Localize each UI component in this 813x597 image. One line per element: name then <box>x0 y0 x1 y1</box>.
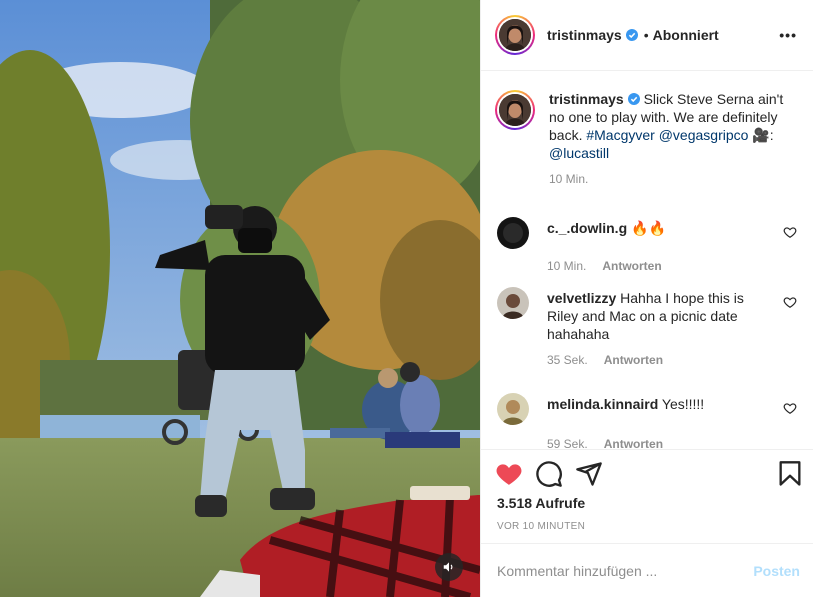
post-timestamp: VOR 10 MINUTEN <box>497 521 586 532</box>
post-sidebar: tristinmays • Abonniert ••• tristinmays … <box>480 0 813 597</box>
commenter-avatar[interactable] <box>497 287 529 319</box>
video-frame <box>0 0 480 597</box>
mention-link[interactable]: @lucastill <box>549 145 609 161</box>
profile-photo <box>497 393 529 425</box>
comment-username[interactable]: velvetlizzy <box>547 290 616 306</box>
post-caption: tristinmays Slick Steve Serna ain't no o… <box>495 90 795 186</box>
caption-avatar[interactable] <box>495 90 535 130</box>
post-actions: 3.518 Aufrufe VOR 10 MINUTEN <box>481 449 813 543</box>
volume-toggle-button[interactable] <box>435 553 463 581</box>
header-separator: • <box>643 27 649 43</box>
post-header: tristinmays • Abonniert ••• <box>481 0 813 71</box>
like-comment-heart-icon[interactable] <box>783 295 797 309</box>
like-comment-heart-icon[interactable] <box>783 401 797 415</box>
caption-username[interactable]: tristinmays <box>549 91 624 107</box>
comment-meta: 10 Min. Antworten <box>547 259 797 273</box>
author-avatar[interactable] <box>495 15 535 55</box>
reply-button[interactable]: Antworten <box>604 353 663 367</box>
comment-time: 35 Sek. <box>547 353 588 367</box>
commenter-avatar[interactable] <box>497 393 529 425</box>
comment-meta: 35 Sek. Antworten <box>547 353 797 367</box>
verified-badge-icon <box>627 93 640 105</box>
comment-time: 10 Min. <box>547 259 587 273</box>
comment-username[interactable]: c._.dowlin.g <box>547 220 627 236</box>
comment-item: velvetlizzy Hahha I hope this is Riley a… <box>497 287 797 367</box>
profile-photo <box>499 94 531 126</box>
comment-text: melinda.kinnaird Yes!!!!! <box>547 393 757 425</box>
like-comment-heart-icon[interactable] <box>783 225 797 239</box>
comment-item: c._.dowlin.g 🔥🔥 10 Min. Antworten <box>497 217 797 273</box>
profile-photo <box>497 217 529 249</box>
caption-text: tristinmays Slick Steve Serna ain't no o… <box>549 90 789 162</box>
comment-bubble-icon[interactable] <box>535 460 563 488</box>
comment-text: c._.dowlin.g 🔥🔥 <box>547 217 757 249</box>
post-dialog: tristinmays • Abonniert ••• tristinmays … <box>0 0 813 597</box>
follow-status-button[interactable]: Abonniert <box>653 27 719 43</box>
hashtag-link[interactable]: #Macgyver <box>586 127 654 143</box>
author-username[interactable]: tristinmays <box>547 27 622 43</box>
heart-filled-icon[interactable] <box>495 460 523 488</box>
caption-emoji: 🎥: <box>748 127 774 143</box>
commenter-avatar[interactable] <box>497 217 529 249</box>
comment-body: Yes!!!!! <box>658 396 705 412</box>
comment-time: 59 Sek. <box>547 437 588 449</box>
comment-text: velvetlizzy Hahha I hope this is Riley a… <box>547 287 757 343</box>
comments-list[interactable]: tristinmays Slick Steve Serna ain't no o… <box>481 71 813 449</box>
verified-badge-icon <box>625 29 638 41</box>
more-options-button[interactable]: ••• <box>779 27 797 43</box>
profile-photo <box>497 287 529 319</box>
reply-button[interactable]: Antworten <box>602 259 661 273</box>
comment-username[interactable]: melinda.kinnaird <box>547 396 658 412</box>
reply-button[interactable]: Antworten <box>604 437 663 449</box>
comment-meta: 59 Sek. Antworten <box>547 437 797 449</box>
comment-item: melinda.kinnaird Yes!!!!! 59 Sek. Antwort… <box>497 393 797 449</box>
speaker-icon <box>443 562 453 572</box>
caption-time: 10 Min. <box>549 172 589 186</box>
view-count[interactable]: 3.518 Aufrufe <box>497 495 585 511</box>
video-player[interactable] <box>0 0 480 597</box>
profile-photo <box>499 19 531 51</box>
mention-link[interactable]: @vegasgripco <box>659 127 749 143</box>
paper-plane-icon[interactable] <box>575 460 603 488</box>
comment-body: 🔥🔥 <box>627 220 666 236</box>
comment-composer: Posten <box>481 543 813 597</box>
post-comment-button[interactable]: Posten <box>753 563 800 579</box>
bookmark-icon[interactable] <box>776 460 804 488</box>
comment-input[interactable] <box>497 562 754 579</box>
